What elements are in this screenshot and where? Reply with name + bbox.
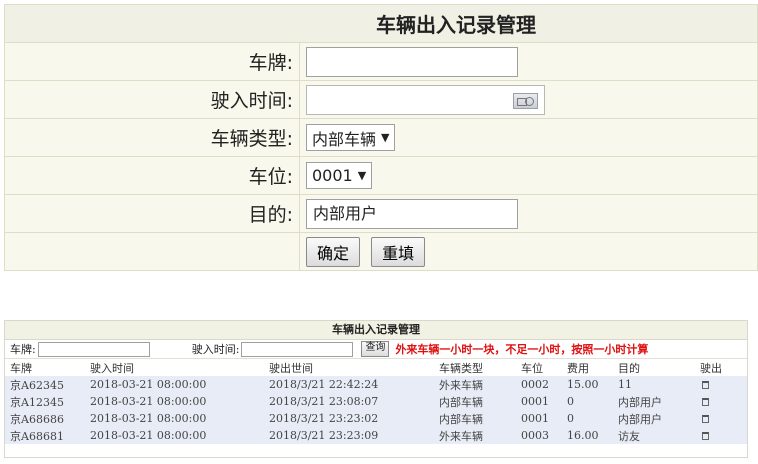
spot-label: 车位: [4,156,300,195]
table-cell: 0003 [521,429,549,442]
table-cell: 内部用户 [618,412,662,426]
spot-select[interactable]: 0001 ▼ [306,162,373,189]
search-plate-label: 车牌: [10,343,36,356]
column-header: 驶出世间 [264,359,434,376]
dropdown-arrow-icon: ▼ [381,131,390,144]
empty-cell [4,232,300,271]
spot-value: 0001 [312,166,353,185]
vehicle-type-label: 车辆类型: [4,118,300,157]
table-row: 京A68681 2018-03-21 08:00:00 2018/3/21 23:2… [5,427,747,444]
column-header: 车辆类型 [434,359,516,376]
table-cell: 内部车辆 [439,412,483,426]
table-cell: 京A68686 [10,412,64,426]
table-cell: 京A62345 [10,378,64,392]
table-cell: 2018-03-21 08:00:00 [90,378,207,391]
table-cell: 15.00 [567,378,599,391]
calendar-icon[interactable] [513,92,538,109]
dropdown-arrow-icon: ▼ [357,169,367,182]
purpose-label: 目的: [4,194,300,233]
query-button[interactable]: 查询 [361,341,390,357]
search-bar: 车牌: 驶入时间: 查询 外来车辆一小时一块，不足一小时，按照一小时计算 [5,340,747,359]
table-cell: 2018/3/21 22:42:24 [269,378,379,391]
vehicle-type-select[interactable]: 内部车辆 ▼ [306,124,396,151]
search-entry-time-label: 驶入时间: [191,343,240,356]
table-cell: 11 [618,378,632,391]
search-plate-input[interactable] [37,341,150,357]
table-row: 京A62345 2018-03-21 08:00:00 2018/3/21 22:4… [5,376,747,393]
records-table: 车牌 驶入时间 驶出世间 车辆类型 车位 费用 目的 驶出 京A62345 2018-03-21… [5,359,747,444]
table-cell: 2018-03-21 08:00:00 [90,412,207,425]
table-cell: 2018/3/21 23:08:07 [269,395,379,408]
form-title: 车辆出入记录管理 [4,4,758,43]
list-title: 车辆出入记录管理 [5,321,747,340]
column-header: 驶入时间 [85,359,264,376]
table-row: 京A12345 2018-03-21 08:00:00 2018/3/21 23:0… [5,393,747,410]
table-cell: 内部用户 [618,395,662,409]
table-cell: 访友 [618,429,640,443]
table-cell: 2018/3/21 23:23:02 [269,412,379,425]
table-cell: 0 [567,412,574,425]
plate-input[interactable] [306,46,518,77]
exit-action-cell [695,427,747,444]
table-cell: 0 [567,395,574,408]
column-header: 车牌 [5,359,85,376]
table-cell: 京A68681 [10,429,64,443]
exit-action-cell [695,376,747,393]
table-cell: 2018/3/21 23:23:09 [269,429,379,442]
table-cell: 0001 [521,412,549,425]
column-header: 车位 [516,359,562,376]
reset-button[interactable]: 重填 [371,236,426,267]
table-cell: 2018-03-21 08:00:00 [90,395,207,408]
column-header: 费用 [562,359,613,376]
table-cell: 16.00 [567,429,599,442]
purpose-input[interactable]: 内部用户 [306,198,518,229]
exit-action-cell [695,410,747,427]
entry-time-input[interactable] [306,84,545,115]
search-entry-time-input[interactable] [241,341,354,357]
trash-icon[interactable] [702,398,709,406]
trash-icon[interactable] [702,432,709,440]
table-cell: 外来车辆 [439,378,483,392]
confirm-button[interactable]: 确定 [306,236,361,267]
record-list-panel: 车辆出入记录管理 车牌: 驶入时间: 查询 外来车辆一小时一块，不足一小时，按照… [4,320,748,458]
trash-icon[interactable] [702,381,709,389]
vehicle-type-value: 内部车辆 [312,129,377,149]
entry-time-label: 驶入时间: [4,80,300,119]
column-header: 驶出 [695,359,747,376]
table-cell: 0001 [521,395,549,408]
table-cell: 京A12345 [10,395,64,409]
table-cell: 2018-03-21 08:00:00 [90,429,207,442]
fee-notice: 外来车辆一小时一块，不足一小时，按照一小时计算 [395,343,649,356]
table-row: 京A68686 2018-03-21 08:00:00 2018/3/21 23:2… [5,410,747,427]
table-cell: 0002 [521,378,549,391]
vehicle-record-form: 车辆出入记录管理 车牌: 驶入时间: 车辆类型: 内部车辆 ▼ 车位: 0001… [4,4,758,271]
column-header: 目的 [613,359,695,376]
table-cell: 内部车辆 [439,395,483,409]
trash-icon[interactable] [702,415,709,423]
table-cell: 外来车辆 [439,429,483,443]
exit-action-cell [695,393,747,410]
plate-label: 车牌: [4,42,300,81]
